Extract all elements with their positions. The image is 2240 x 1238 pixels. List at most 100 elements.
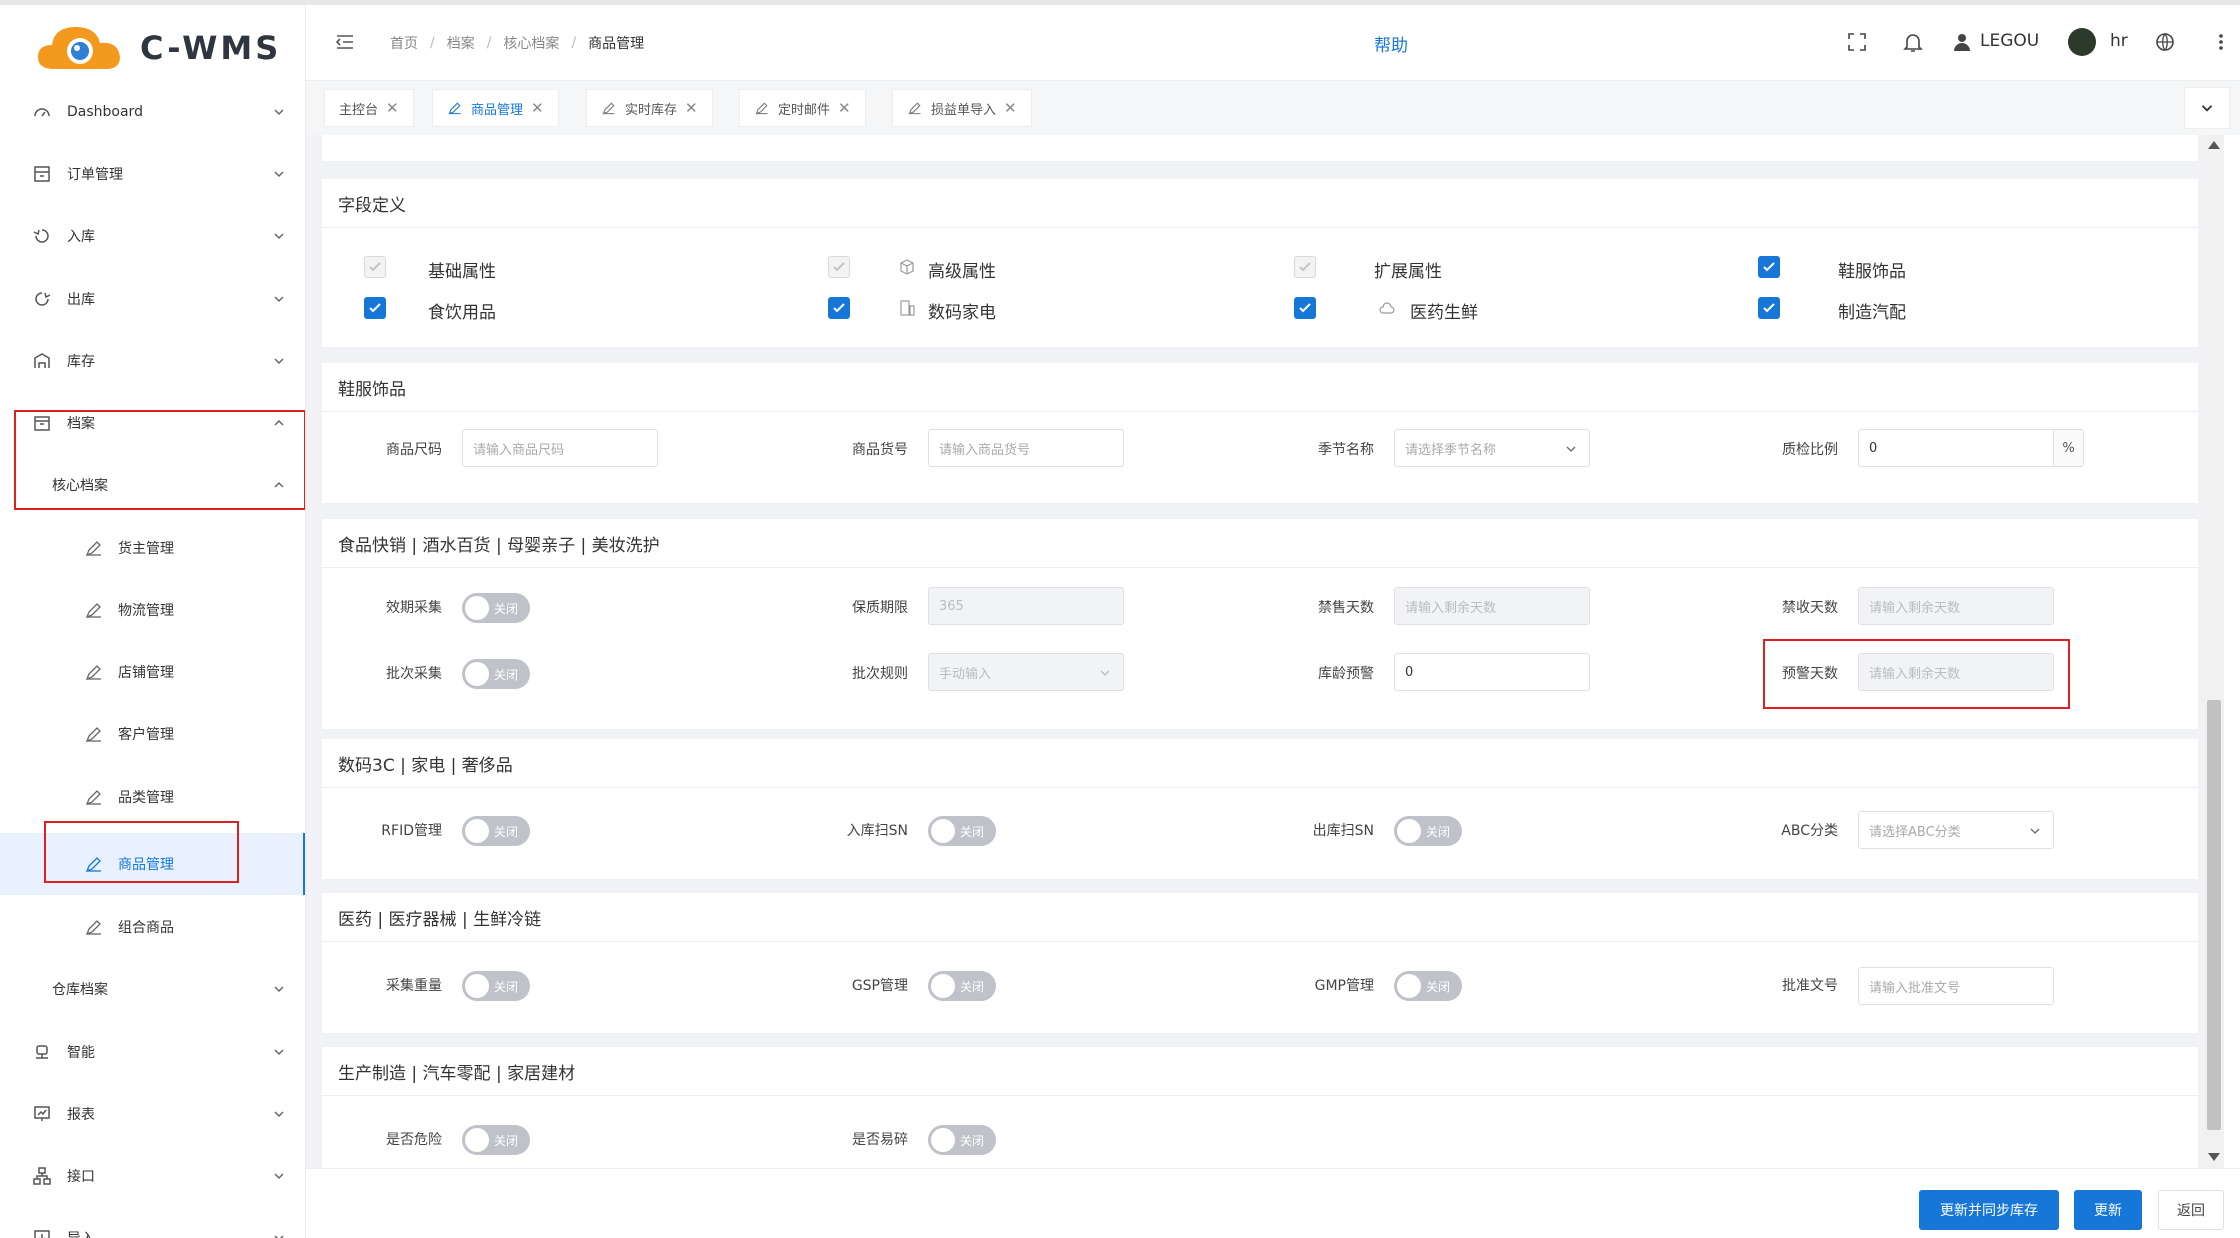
chevron-down-icon [1100, 670, 1110, 676]
scrollbar-thumb[interactable] [2207, 700, 2221, 1130]
tab-dashboard[interactable]: 主控台 ✕ [324, 89, 414, 127]
toggle-state: 关闭 [960, 980, 985, 994]
checkbox-manufacturing[interactable] [1758, 297, 1780, 319]
rfid-toggle[interactable]: 关闭 [462, 816, 530, 846]
avatar[interactable] [2068, 28, 2096, 56]
sidebar-item-warehouse-archive[interactable]: 仓库档案 [0, 958, 305, 1020]
manufacturing-card: 生产制造 | 汽车零配 | 家居建材 是否危险 关闭 是否易碎 关闭 [322, 1047, 2198, 1168]
more-vertical-icon[interactable] [2210, 31, 2232, 53]
sidebar-item-import[interactable]: 导入 [0, 1207, 305, 1238]
sidebar-item-inventory[interactable]: 库存 [0, 330, 305, 392]
sidebar-item-label: 入库 [67, 229, 95, 245]
food-card: 食品快销 | 酒水百货 | 母婴亲子 | 美妆洗护 效期采集 关闭 保质期限 3… [322, 519, 2198, 729]
archive-icon [32, 413, 52, 433]
close-icon[interactable]: ✕ [386, 99, 399, 117]
close-icon[interactable]: ✕ [1004, 99, 1017, 117]
gmp-toggle[interactable]: 关闭 [1394, 971, 1462, 1001]
scroll-down-arrow-icon[interactable] [2208, 1153, 2220, 1161]
sidebar-item-logistics[interactable]: 物流管理 [0, 579, 305, 641]
tab-menu-button[interactable] [2184, 87, 2230, 129]
danger-toggle[interactable]: 关闭 [462, 1125, 530, 1155]
tab-profit-loss-import[interactable]: 损益单导入 ✕ [892, 89, 1032, 127]
edit-icon [84, 854, 104, 874]
sidebar-item-category[interactable]: 品类管理 [0, 766, 305, 828]
qc-input[interactable]: 0% [1858, 429, 2084, 467]
weight-toggle[interactable]: 关闭 [462, 971, 530, 1001]
breadcrumb-archive[interactable]: 档案 [447, 33, 475, 53]
size-input[interactable]: 请输入商品尺码 [462, 429, 658, 467]
outbound-sn-toggle[interactable]: 关闭 [1394, 816, 1462, 846]
sidebar-item-orders[interactable]: 订单管理 [0, 143, 305, 205]
org-name[interactable]: LEGOU [1980, 31, 2039, 51]
code-input[interactable]: 请输入商品货号 [928, 429, 1124, 467]
checkbox-basic [364, 256, 386, 278]
season-select[interactable]: 请选择季节名称 [1394, 429, 1590, 467]
sidebar-item-label: 导入 [67, 1228, 95, 1238]
breadcrumb-home[interactable]: 首页 [390, 33, 418, 53]
sidebar-item-inbound[interactable]: 入库 [0, 205, 305, 267]
sidebar-item-store[interactable]: 店铺管理 [0, 641, 305, 703]
abc-select[interactable]: 请选择ABC分类 [1858, 811, 2054, 849]
sidebar-item-bundle[interactable]: 组合商品 [0, 896, 305, 958]
checkbox-apparel[interactable] [1758, 256, 1780, 278]
fragile-label: 是否易碎 [852, 1132, 908, 1148]
update-sync-button[interactable]: 更新并同步库存 [1919, 1190, 2059, 1230]
gsp-label: GSP管理 [851, 978, 908, 994]
age-warning-input[interactable]: 0 [1394, 653, 1590, 691]
sidebar-item-core-archive[interactable]: 核心档案 [0, 454, 305, 516]
expiry-toggle[interactable]: 关闭 [462, 593, 530, 623]
tab-scheduled-mail[interactable]: 定时邮件 ✕ [739, 89, 866, 127]
card-title: 生产制造 | 汽车零配 | 家居建材 [338, 1063, 576, 1084]
sidebar-item-owner[interactable]: 货主管理 [0, 517, 305, 579]
update-button[interactable]: 更新 [2074, 1190, 2142, 1230]
sidebar-item-dashboard[interactable]: Dashboard [0, 81, 305, 143]
sidebar-item-label: 库存 [67, 354, 95, 370]
chevron-down-icon [274, 986, 284, 993]
menu-fold-icon[interactable] [334, 31, 356, 53]
sidebar-item-label: 智能 [67, 1045, 95, 1061]
back-button[interactable]: 返回 [2158, 1190, 2224, 1230]
device-icon [900, 300, 915, 316]
close-icon[interactable]: ✕ [838, 99, 851, 117]
fragile-toggle[interactable]: 关闭 [928, 1125, 996, 1155]
close-icon[interactable]: ✕ [531, 99, 544, 117]
outbound-icon [32, 289, 52, 309]
inbound-sn-toggle[interactable]: 关闭 [928, 816, 996, 846]
sidebar-item-smart[interactable]: 智能 [0, 1021, 305, 1083]
help-link[interactable]: 帮助 [1374, 31, 1408, 56]
logo: C-WMS [34, 13, 294, 81]
breadcrumb-core-archive[interactable]: 核心档案 [503, 33, 559, 53]
sidebar-item-archive[interactable]: 档案 [0, 392, 305, 454]
gsp-toggle[interactable]: 关闭 [928, 971, 996, 1001]
checkbox-food[interactable] [364, 297, 386, 319]
bell-icon[interactable] [1902, 31, 1924, 53]
approval-input[interactable]: 请输入批准文号 [1858, 967, 2054, 1005]
user-name[interactable]: hr [2110, 31, 2128, 51]
tab-label: 损益单导入 [931, 102, 997, 118]
sidebar-item-outbound[interactable]: 出库 [0, 268, 305, 330]
cube-icon [900, 259, 914, 275]
toggle-state: 关闭 [494, 825, 519, 839]
sidebar-item-report[interactable]: 报表 [0, 1083, 305, 1145]
expiry-label: 效期采集 [386, 600, 442, 616]
vertical-scrollbar[interactable] [2204, 135, 2224, 1168]
abc-label: ABC分类 [1781, 823, 1838, 839]
tab-product[interactable]: 商品管理 ✕ [432, 89, 559, 127]
fullscreen-icon[interactable] [1846, 31, 1868, 53]
edit-icon [755, 102, 768, 115]
sidebar-item-api[interactable]: 接口 [0, 1145, 305, 1207]
close-icon[interactable]: ✕ [685, 99, 698, 117]
tab-realtime-stock[interactable]: 实时库存 ✕ [586, 89, 713, 127]
sidebar-item-label: 核心档案 [52, 478, 108, 494]
checkbox-medical[interactable] [1294, 297, 1316, 319]
scroll-up-arrow-icon[interactable] [2208, 141, 2220, 149]
checkbox-label: 高级属性 [928, 262, 996, 282]
globe-icon[interactable] [2154, 31, 2176, 53]
sidebar-item-customer[interactable]: 客户管理 [0, 703, 305, 765]
batch-toggle[interactable]: 关闭 [462, 659, 530, 689]
checkbox-digital[interactable] [828, 297, 850, 319]
toggle-state: 关闭 [494, 668, 519, 682]
import-icon [32, 1228, 52, 1238]
outbound-sn-label: 出库扫SN [1312, 823, 1374, 839]
sidebar-item-product[interactable]: 商品管理 [0, 833, 305, 895]
